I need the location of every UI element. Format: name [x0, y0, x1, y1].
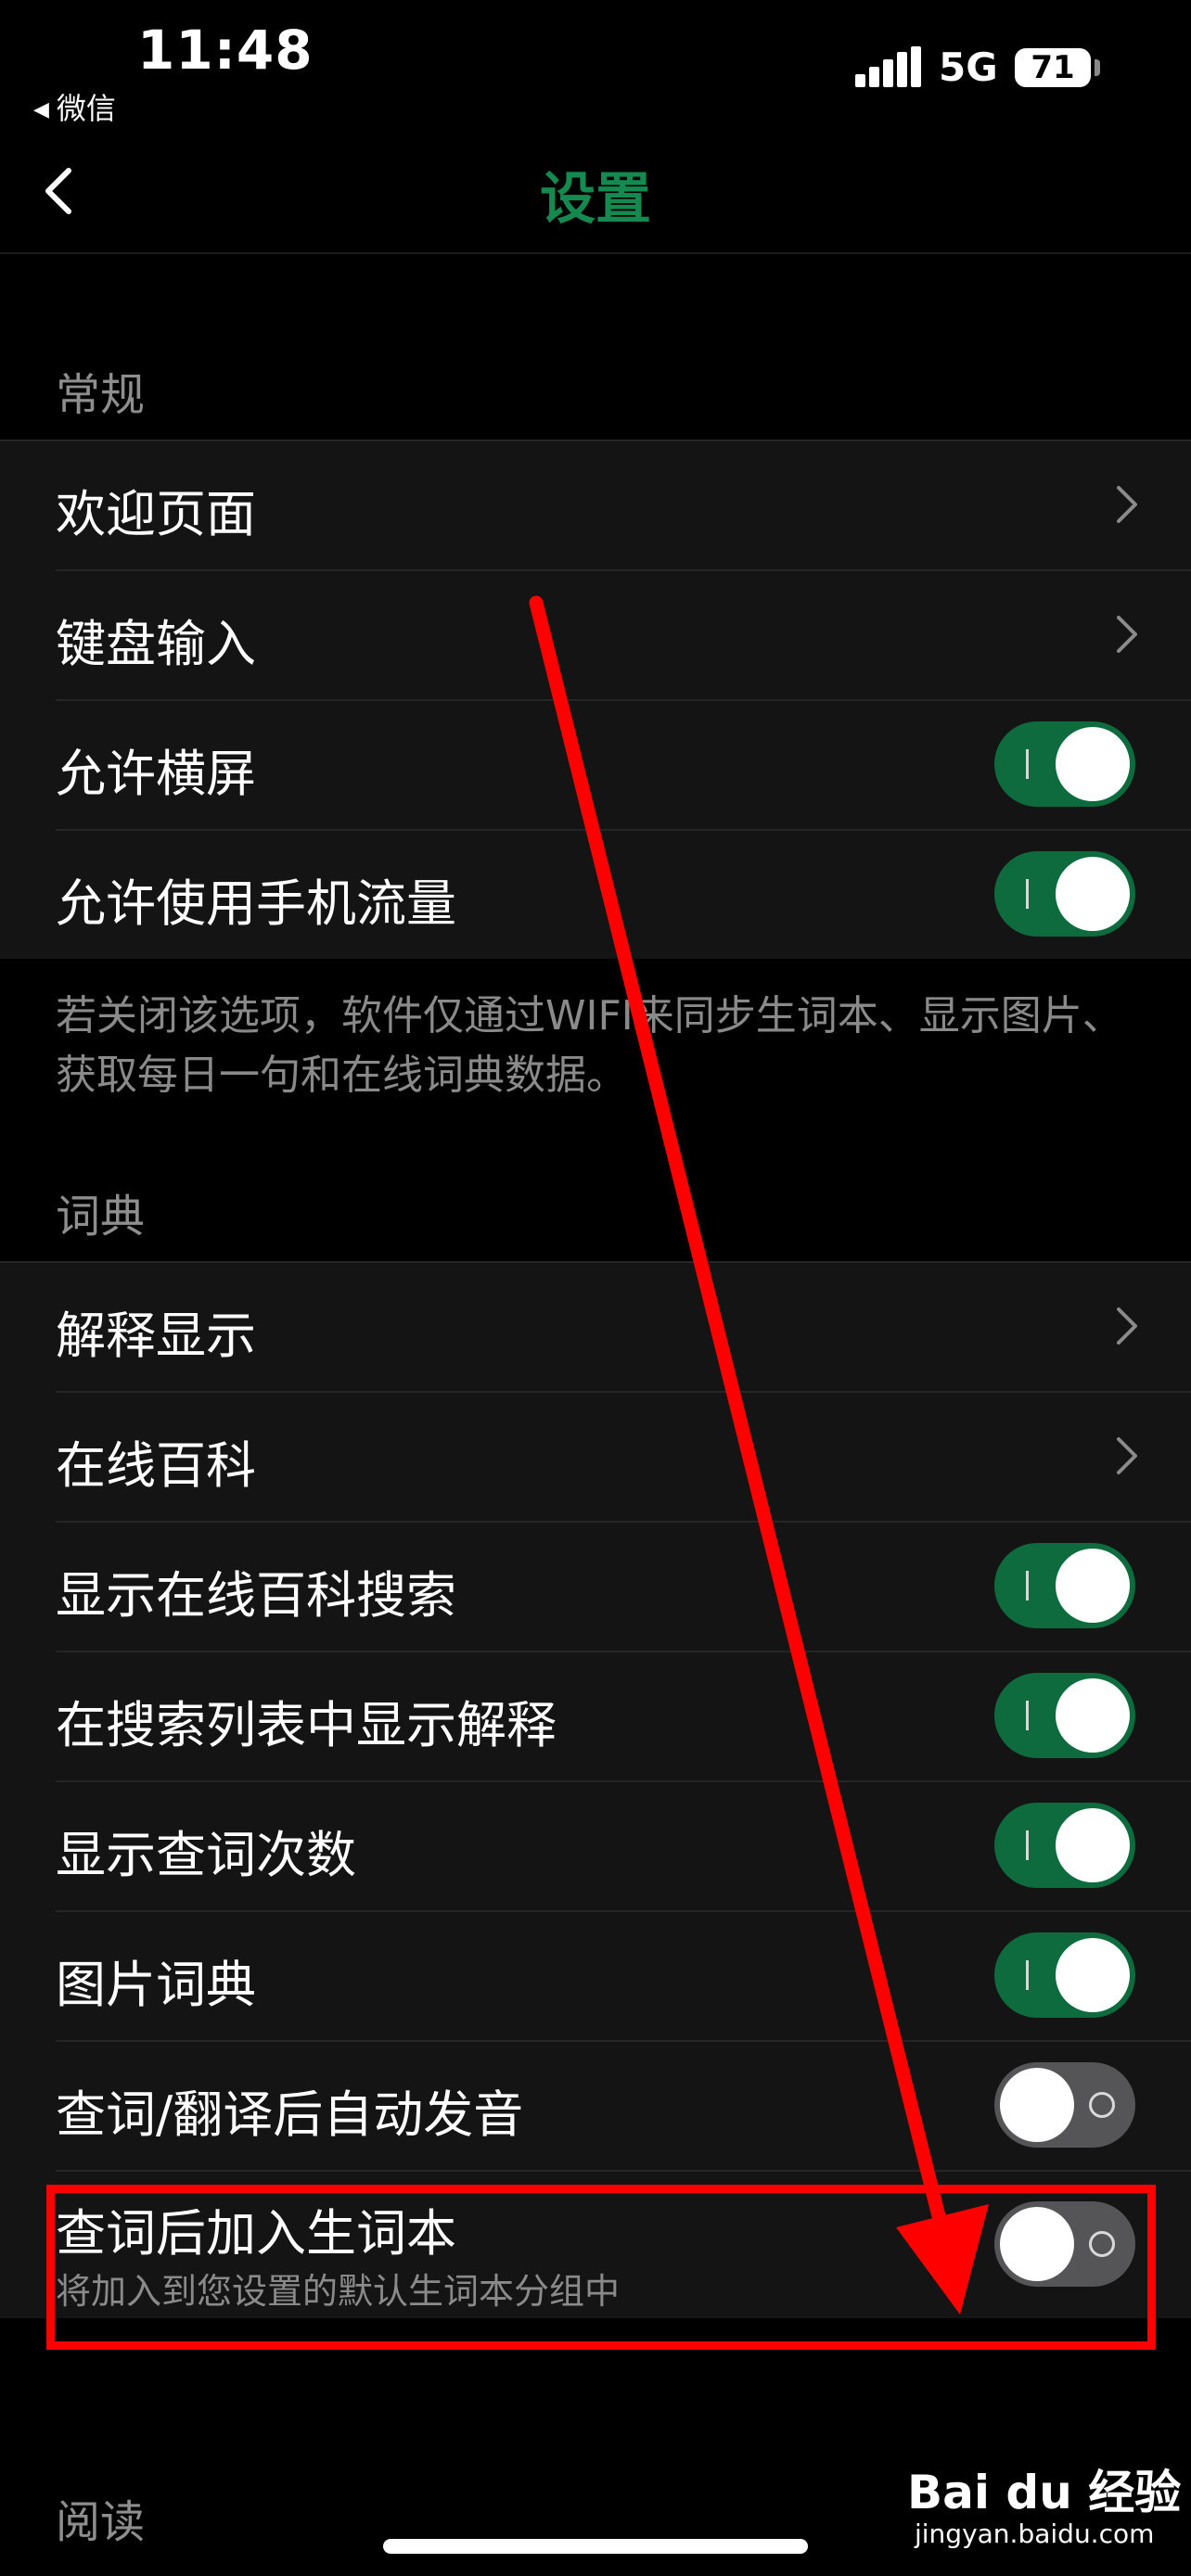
- toggle-on-mark: [1026, 1960, 1029, 1990]
- settings-group-general: 欢迎页面 键盘输入 允许横屏 允许使用手机流量: [0, 440, 1191, 959]
- status-bar: 11:48 ◀ 微信 5G 71: [0, 0, 1191, 139]
- chevron-right-icon: [1117, 616, 1137, 653]
- show-encyclopedia-search-toggle[interactable]: [994, 1543, 1135, 1628]
- settings-row-welcome-page[interactable]: 欢迎页面: [0, 440, 1191, 569]
- toggle-on-mark: [1026, 879, 1029, 909]
- baidu-jingyan-logo: Bai du 经验: [907, 2466, 1182, 2519]
- toggle-on-mark: [1026, 1571, 1029, 1600]
- settings-row-keyboard-input[interactable]: 键盘输入: [0, 569, 1191, 699]
- settings-row-show-definition-in-list: 在搜索列表中显示解释: [0, 1651, 1191, 1780]
- battery-icon: 71: [1015, 48, 1091, 87]
- battery-nub: [1095, 59, 1100, 76]
- back-to-app-link[interactable]: ◀ 微信: [33, 85, 116, 128]
- toggle-on-mark: [1026, 749, 1029, 779]
- battery-level: 71: [1031, 49, 1075, 86]
- row-label: 欢迎页面: [56, 485, 256, 543]
- status-time: 11:48: [137, 19, 314, 82]
- toggle-knob: [1056, 1808, 1130, 1882]
- nav-bar: 设置: [0, 139, 1191, 254]
- toggle-knob: [1056, 857, 1130, 931]
- row-label: 在线百科: [56, 1436, 256, 1495]
- toggle-knob: [1056, 1678, 1130, 1753]
- settings-row-show-encyclopedia-search: 显示在线百科搜索: [0, 1521, 1191, 1651]
- network-type: 5G: [939, 45, 998, 90]
- chevron-right-icon: [1117, 1437, 1137, 1474]
- row-label: 键盘输入: [56, 615, 256, 673]
- row-label: 解释显示: [56, 1307, 256, 1365]
- settings-row-online-encyclopedia[interactable]: 在线百科: [0, 1391, 1191, 1521]
- settings-row-picture-dictionary: 图片词典: [0, 1910, 1191, 2040]
- signal-icon: [855, 46, 921, 87]
- row-label: 查词/翻译后自动发音: [56, 2085, 524, 2144]
- toggle-knob: [1056, 1549, 1130, 1623]
- row-label: 显示在线百科搜索: [56, 1566, 456, 1625]
- row-label: 在搜索列表中显示解释: [56, 1696, 557, 1754]
- settings-row-definition-display[interactable]: 解释显示: [0, 1261, 1191, 1391]
- toggle-on-mark: [1026, 1701, 1029, 1730]
- baidu-jingyan-url: jingyan.baidu.com: [915, 2519, 1155, 2549]
- toggle-knob: [1056, 727, 1130, 801]
- toggle-knob: [1056, 1938, 1130, 2012]
- page-title: 设置: [540, 167, 651, 232]
- back-app-label: 微信: [56, 91, 116, 126]
- section-header-general: 常规: [56, 369, 146, 421]
- toggle-on-mark: [1026, 1830, 1029, 1860]
- show-lookup-count-toggle[interactable]: [994, 1803, 1135, 1888]
- toggle-knob: [1000, 2068, 1074, 2142]
- settings-group-dictionary: 解释显示 在线百科 显示在线百科搜索 在搜索列表中显示解释 显示查词次数 图片词…: [0, 1261, 1191, 2318]
- show-definition-in-list-toggle[interactable]: [994, 1673, 1135, 1758]
- toggle-off-mark: [1089, 2092, 1115, 2118]
- chevron-right-icon: [1117, 486, 1137, 523]
- section-header-dictionary: 词典: [56, 1191, 146, 1243]
- chevron-right-icon: [1117, 1307, 1137, 1345]
- back-triangle-icon: ◀: [33, 98, 49, 121]
- section-header-reading: 阅读: [56, 2496, 146, 2548]
- settings-row-show-lookup-count: 显示查词次数: [0, 1780, 1191, 1910]
- row-label: 允许横屏: [56, 745, 256, 803]
- annotation-highlight-box: [46, 2185, 1156, 2350]
- picture-dictionary-toggle[interactable]: [994, 1932, 1135, 2018]
- settings-row-auto-pronounce: 查词/翻译后自动发音: [0, 2040, 1191, 2170]
- allow-mobile-data-toggle[interactable]: [994, 851, 1135, 937]
- row-label: 图片词典: [56, 1956, 256, 2014]
- row-label: 显示查词次数: [56, 1826, 356, 1884]
- row-label: 允许使用手机流量: [56, 874, 456, 933]
- auto-pronounce-toggle[interactable]: [994, 2062, 1135, 2148]
- home-indicator[interactable]: [383, 2539, 808, 2554]
- allow-landscape-toggle[interactable]: [994, 721, 1135, 807]
- settings-row-allow-landscape: 允许横屏: [0, 699, 1191, 829]
- settings-row-allow-mobile-data: 允许使用手机流量: [0, 829, 1191, 959]
- mobile-data-footnote: 若关闭该选项，软件仅通过WIFI来同步生词本、显示图片、获取每日一句和在线词典数…: [56, 992, 1123, 1099]
